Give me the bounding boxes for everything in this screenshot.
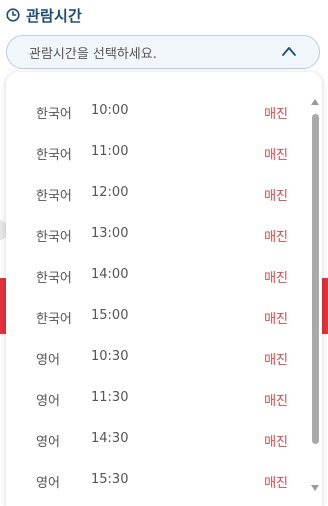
option-language: 영어 xyxy=(36,435,60,450)
option-time: 11:00 xyxy=(91,144,129,159)
option-time: 12:00 xyxy=(91,185,129,200)
option-language: 한국어 xyxy=(36,107,72,122)
option-language: 한국어 xyxy=(36,189,72,204)
chevron-up-icon[interactable] xyxy=(281,45,297,57)
option-time: 15:00 xyxy=(91,308,129,323)
options-list: 한국어 10:00 매진 한국어 11:00 매진 한국어 12:00 매진 한국어 13:00 매진… xyxy=(6,92,310,502)
option-language: 한국어 xyxy=(36,148,72,163)
option-language: 한국어 xyxy=(36,230,72,245)
option-time: 10:00 xyxy=(91,103,129,118)
time-option[interactable]: 한국어 12:00 매진 xyxy=(6,174,310,215)
scroll-down-arrow[interactable] xyxy=(311,485,319,491)
time-option[interactable]: 한국어 13:00 매진 xyxy=(6,215,310,256)
background-red-banner-right xyxy=(322,278,328,334)
option-status-badge: 매진 xyxy=(264,476,288,491)
option-status-badge: 매진 xyxy=(264,353,288,368)
option-time: 14:30 xyxy=(91,431,129,446)
time-option[interactable]: 한국어 11:00 매진 xyxy=(6,133,310,174)
viewing-time-select[interactable]: 관람시간을 선택하세요. xyxy=(6,35,320,69)
section-header: 관람시간 xyxy=(6,4,82,26)
time-option[interactable]: 한국어 14:00 매진 xyxy=(6,256,310,297)
option-status-badge: 매진 xyxy=(264,189,288,204)
option-time: 11:30 xyxy=(91,390,129,405)
scrollbar-thumb[interactable] xyxy=(312,114,319,444)
option-time: 14:00 xyxy=(91,267,129,282)
select-placeholder: 관람시간을 선택하세요. xyxy=(29,46,157,62)
time-option[interactable]: 영어 10:30 매진 xyxy=(6,338,310,379)
option-status-badge: 매진 xyxy=(264,148,288,163)
option-time: 13:00 xyxy=(91,226,129,241)
option-status-badge: 매진 xyxy=(264,271,288,286)
option-status-badge: 매진 xyxy=(264,435,288,450)
option-status-badge: 매진 xyxy=(264,394,288,409)
option-language: 영어 xyxy=(36,394,60,409)
option-status-badge: 매진 xyxy=(264,312,288,327)
option-language: 한국어 xyxy=(36,312,72,327)
option-status-badge: 매진 xyxy=(264,230,288,245)
option-time: 15:30 xyxy=(91,472,129,487)
time-option[interactable]: 영어 11:30 매진 xyxy=(6,379,310,420)
clock-icon xyxy=(6,8,20,22)
option-time: 10:30 xyxy=(91,349,129,364)
time-option[interactable]: 한국어 15:00 매진 xyxy=(6,297,310,338)
scroll-up-arrow[interactable] xyxy=(311,99,319,105)
option-language: 한국어 xyxy=(36,271,72,286)
option-status-badge: 매진 xyxy=(264,107,288,122)
time-option[interactable]: 영어 15:30 매진 xyxy=(6,461,310,502)
option-language: 영어 xyxy=(36,476,60,491)
time-option[interactable]: 영어 14:30 매진 xyxy=(6,420,310,461)
time-options-dropdown: 한국어 10:00 매진 한국어 11:00 매진 한국어 12:00 매진 한국어 13:00 매진… xyxy=(6,72,322,506)
option-language: 영어 xyxy=(36,353,60,368)
time-option[interactable]: 한국어 10:00 매진 xyxy=(6,92,310,133)
section-title: 관람시간 xyxy=(26,6,83,25)
